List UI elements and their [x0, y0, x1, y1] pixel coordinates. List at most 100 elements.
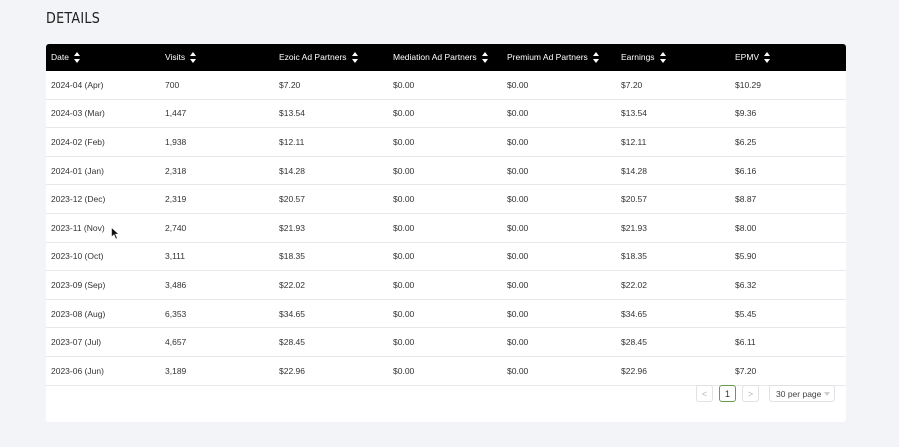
- table-row: 2023-07 (Jul) 4,657 $28.45 $0.00 $0.00 $28.45…: [46, 327, 846, 357]
- table-cell: 2,319: [160, 184, 274, 214]
- table-cell: 2023-12 (Dec): [46, 184, 160, 214]
- table-cell: $5.90: [730, 242, 846, 272]
- table-cell: $0.00: [388, 327, 502, 357]
- sort-icon[interactable]: [659, 52, 666, 64]
- table-row: 2023-11 (Nov) 2,740 $21.93 $0.00 $0.00 $21.93…: [46, 213, 846, 243]
- table-row: 2023-09 (Sep) 3,486 $22.02 $0.00 $0.00 $22.02…: [46, 270, 846, 300]
- chevron-right-icon: >: [747, 388, 754, 399]
- column-header[interactable]: Mediation Ad Partners: [388, 44, 502, 71]
- table-cell: $6.25: [730, 127, 846, 157]
- table-cell: $9.36: [730, 99, 846, 129]
- table-cell: $0.00: [502, 184, 616, 214]
- table-cell: 2023-11 (Nov): [46, 213, 160, 243]
- column-header-label: Ezoic Ad Partners: [279, 51, 347, 62]
- table-cell: $5.45: [730, 299, 846, 329]
- table-cell: $8.00: [730, 213, 846, 243]
- table-row: 2024-03 (Mar) 1,447 $13.54 $0.00 $0.00 $13.54…: [46, 99, 846, 129]
- table-row: 2023-12 (Dec) 2,319 $20.57 $0.00 $0.00 $20.57…: [46, 184, 846, 214]
- table-cell: $10.29: [730, 71, 846, 100]
- table-cell: 700: [160, 71, 274, 100]
- chevron-down-icon: [824, 391, 830, 396]
- column-header[interactable]: Earnings: [616, 44, 730, 71]
- column-header[interactable]: EPMV: [730, 44, 846, 71]
- per-page-select[interactable]: 30 per page: [769, 385, 835, 402]
- table-cell: 2023-07 (Jul): [46, 327, 160, 357]
- table-cell: $0.00: [502, 127, 616, 157]
- table-cell: $0.00: [388, 299, 502, 329]
- table-cell: $6.16: [730, 156, 846, 186]
- table-cell: 1,938: [160, 127, 274, 157]
- table-cell: 2023-10 (Oct): [46, 242, 160, 272]
- table-cell: $22.96: [274, 356, 388, 386]
- table-cell: $0.00: [388, 127, 502, 157]
- column-header[interactable]: Date: [46, 44, 160, 71]
- column-header[interactable]: Premium Ad Partners: [502, 44, 616, 71]
- table-cell: $0.00: [502, 213, 616, 243]
- table-cell: 2024-04 (Apr): [46, 71, 160, 100]
- table-cell: $34.65: [274, 299, 388, 329]
- table-cell: $20.57: [274, 184, 388, 214]
- table-cell: 2024-01 (Jan): [46, 156, 160, 186]
- column-header-label: Earnings: [621, 51, 655, 62]
- table-row: 2023-06 (Jun) 3,189 $22.96 $0.00 $0.00 $22.96…: [46, 356, 846, 386]
- table-row: 2023-10 (Oct) 3,111 $18.35 $0.00 $0.00 $18.35…: [46, 242, 846, 272]
- table-cell: $0.00: [502, 242, 616, 272]
- table-row: 2024-02 (Feb) 1,938 $12.11 $0.00 $0.00 $12.11…: [46, 127, 846, 157]
- sort-icon[interactable]: [351, 52, 358, 64]
- table-cell: $0.00: [388, 213, 502, 243]
- sort-icon[interactable]: [190, 52, 197, 64]
- column-header[interactable]: Visits: [160, 44, 274, 71]
- table-cell: $12.11: [274, 127, 388, 157]
- sort-icon[interactable]: [73, 52, 80, 64]
- table-row: 2023-08 (Aug) 6,353 $34.65 $0.00 $0.00 $34.65…: [46, 299, 846, 329]
- table-row: 2024-01 (Jan) 2,318 $14.28 $0.00 $0.00 $14.28…: [46, 156, 846, 186]
- table-cell: $28.45: [616, 327, 730, 357]
- table-cell: $34.65: [616, 299, 730, 329]
- table-cell: 2023-08 (Aug): [46, 299, 160, 329]
- prev-page-button[interactable]: <: [696, 385, 713, 402]
- table-cell: $8.87: [730, 184, 846, 214]
- table-cell: $6.32: [730, 270, 846, 300]
- table-cell: 6,353: [160, 299, 274, 329]
- column-header-label: Date: [51, 51, 69, 62]
- details-table: Date Visits Ezoic Ad Partners Mediation Ad …: [46, 44, 846, 386]
- table-cell: $22.96: [616, 356, 730, 386]
- table-cell: 3,486: [160, 270, 274, 300]
- table-cell: $21.93: [616, 213, 730, 243]
- table-cell: $13.54: [274, 99, 388, 129]
- table-cell: $22.02: [616, 270, 730, 300]
- table-header-row: Date Visits Ezoic Ad Partners Mediation Ad …: [46, 44, 846, 71]
- table-cell: 2,740: [160, 213, 274, 243]
- table-cell: 2023-06 (Jun): [46, 356, 160, 386]
- table-cell: $28.45: [274, 327, 388, 357]
- column-header[interactable]: Ezoic Ad Partners: [274, 44, 388, 71]
- sort-icon[interactable]: [764, 52, 771, 64]
- table-cell: $0.00: [388, 156, 502, 186]
- table-cell: $12.11: [616, 127, 730, 157]
- table-cell: 3,189: [160, 356, 274, 386]
- table-cell: $14.28: [616, 156, 730, 186]
- page-title: DETAILS: [46, 9, 101, 27]
- table-cell: $0.00: [502, 156, 616, 186]
- sort-icon[interactable]: [481, 52, 488, 64]
- table-cell: 4,657: [160, 327, 274, 357]
- page-1-button[interactable]: 1: [719, 385, 736, 402]
- table-cell: $0.00: [502, 299, 616, 329]
- sort-icon[interactable]: [592, 52, 599, 64]
- pagination: < 1 > 30 per page: [696, 385, 835, 402]
- table-cell: $0.00: [502, 71, 616, 100]
- table-cell: $0.00: [388, 184, 502, 214]
- table-cell: $0.00: [388, 99, 502, 129]
- column-header-label: Visits: [165, 51, 186, 62]
- column-header-label: Mediation Ad Partners: [393, 51, 477, 62]
- table-cell: 1,447: [160, 99, 274, 129]
- table-cell: 2,318: [160, 156, 274, 186]
- table-cell: $0.00: [502, 270, 616, 300]
- table-row: 2024-04 (Apr) 700 $7.20 $0.00 $0.00 $7.20 $10.…: [46, 71, 846, 100]
- table-cell: $18.35: [616, 242, 730, 272]
- column-header-label: EPMV: [735, 51, 760, 62]
- next-page-button[interactable]: >: [742, 385, 759, 402]
- table-cell: $18.35: [274, 242, 388, 272]
- table-cell: 2024-02 (Feb): [46, 127, 160, 157]
- details-panel: Date Visits Ezoic Ad Partners Mediation Ad …: [46, 44, 846, 422]
